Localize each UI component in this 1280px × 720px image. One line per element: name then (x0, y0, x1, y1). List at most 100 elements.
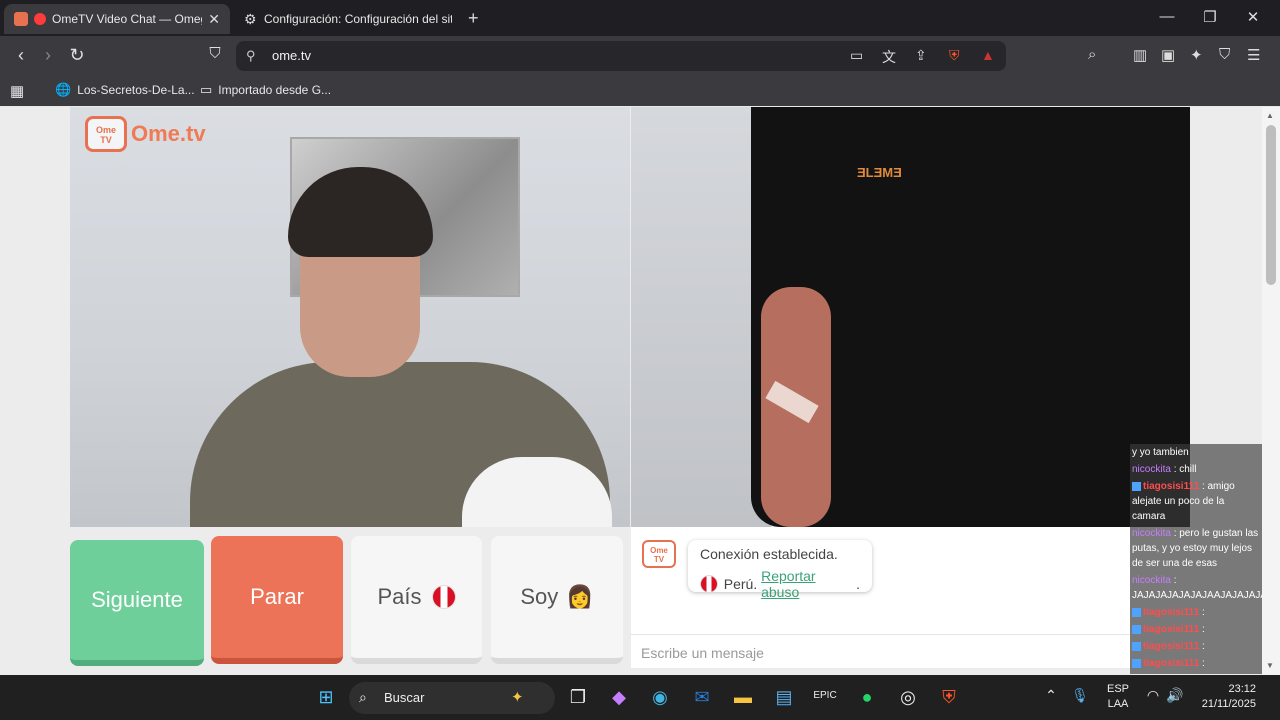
gender-label: Soy (520, 584, 559, 609)
tab-settings[interactable]: ⚙ Configuración: Configuración del sitio (234, 4, 462, 34)
ometv-favicon-icon (14, 12, 28, 26)
chat-line: nicockita : chill (1132, 464, 1197, 475)
gender-button[interactable]: Soy 👩 (491, 536, 623, 664)
store-icon[interactable]: ▤ (770, 687, 798, 708)
browser-toolbar: ‹ › ↻ ⛉ ⚲ ome.tv ▭ 文 ⇪ ⛨ ▲ ⌕ ▥ ▣ ✦ ⛉ ☰ (0, 36, 1280, 76)
clock[interactable]: 23:12 21/11/2025 (1196, 683, 1256, 710)
bookmark-icon[interactable]: ⛉ (204, 45, 226, 62)
task-view-icon[interactable]: ❐ (564, 687, 592, 708)
ometv-chat-icon: Ome TV (642, 540, 676, 568)
brave-rewards-icon[interactable]: ▲ (981, 47, 995, 63)
next-button[interactable]: Siguiente (70, 540, 204, 666)
scroll-down-icon[interactable]: ▼ (1266, 661, 1274, 670)
chat-line: tiagosisi111 : amigo alejate un poco de … (1132, 481, 1235, 522)
sidebar-icon[interactable]: ▥ (1133, 46, 1147, 64)
country-label: País (377, 584, 422, 609)
period: . (856, 576, 860, 592)
leo-ai-icon[interactable]: ✦ (1190, 46, 1203, 64)
bookmark-los-secretos[interactable]: 🌐 Los-Secretos-De-La... (55, 82, 195, 98)
copilot-icon[interactable]: ◆ (605, 687, 633, 708)
edge-icon[interactable]: ◉ (646, 687, 674, 708)
clock-date: 21/11/2025 (1201, 698, 1256, 710)
wallet-icon[interactable]: ▣ (1161, 46, 1175, 64)
copilot-sparkle-icon: ✦ (511, 689, 524, 706)
microphone-icon[interactable]: 🎙 (1066, 687, 1094, 704)
chat-badge-icon (1132, 641, 1141, 651)
globe-icon: 🌐 (55, 82, 72, 97)
tab-search-icon[interactable]: ⌕ (1088, 46, 1096, 63)
chat-line: tiagosisi111 : (1130, 604, 1262, 621)
site-info-icon[interactable]: ⚲ (246, 48, 256, 64)
browser-titlebar: OmeTV Video Chat — Omegl ✕ ⚙ Configuraci… (0, 0, 1280, 36)
clock-time: 23:12 (1228, 683, 1256, 695)
share-icon[interactable]: ⇪ (915, 47, 927, 64)
restore-button[interactable]: ❐ (1200, 8, 1220, 26)
next-label: Siguiente (91, 587, 183, 612)
message-input[interactable]: Escribe un mensaje (631, 634, 1130, 668)
new-tab-button[interactable]: + (468, 8, 479, 29)
ometv-tv-icon: Ome TV (85, 116, 127, 152)
tab-label: Configuración: Configuración del sitio (264, 12, 452, 26)
wall (631, 107, 771, 527)
outlook-icon[interactable]: ✉ (688, 687, 716, 708)
forward-button[interactable]: › (37, 45, 59, 66)
steam-icon[interactable]: ◎ (894, 687, 922, 708)
minimize-button[interactable]: — (1157, 8, 1177, 25)
chat-line: tiagosisi111 : (1130, 655, 1262, 672)
recording-icon (34, 13, 46, 25)
local-video (70, 107, 630, 527)
tray-chevron-icon[interactable]: ⌃ (1037, 687, 1065, 704)
search-label: Buscar (384, 690, 425, 705)
brave-shields-icon[interactable]: ⛨ (949, 47, 960, 64)
tab-label: OmeTV Video Chat — Omegl (52, 12, 203, 26)
report-abuse-link[interactable]: Reportar abuso (761, 568, 856, 600)
stop-label: Parar (250, 584, 304, 609)
scroll-thumb[interactable] (1266, 125, 1276, 285)
folder-icon: ▭ (200, 82, 213, 97)
lang-line1: ESP (1106, 683, 1129, 695)
language-indicator[interactable]: ESP LAA (1105, 683, 1131, 710)
url-text: ome.tv (272, 48, 312, 63)
woman-emoji-icon: 👩 (566, 584, 594, 609)
chat-line: y yo tambien (1132, 447, 1189, 458)
epic-games-icon[interactable]: EPIC (811, 690, 839, 701)
brave-icon[interactable]: ⛨ (935, 687, 963, 708)
back-button[interactable]: ‹ (10, 45, 32, 66)
menu-icon[interactable]: ☰ (1247, 46, 1260, 64)
country-button[interactable]: País (351, 536, 482, 664)
whatsapp-icon[interactable]: ● (853, 687, 881, 708)
country-text: Perú. (723, 576, 758, 592)
chat-badge-icon (1132, 481, 1141, 491)
ometv-logo: Ome TV Ome.tv (85, 116, 206, 152)
apps-icon[interactable]: ▦ (10, 82, 24, 100)
peru-flag-icon (700, 575, 718, 593)
reload-button[interactable]: ↻ (66, 45, 88, 66)
windows-taskbar: ⊞ ⌕ Buscar ✦ ❐ ◆ ◉ ✉ ▬ ▤ EPIC ● ◎ ⛨ ⌃ 🎙 … (0, 675, 1280, 720)
cast-icon[interactable]: ▭ (850, 47, 863, 64)
tab-ometv[interactable]: OmeTV Video Chat — Omegl ✕ (4, 4, 230, 34)
bookmark-label: Los-Secretos-De-La... (77, 83, 195, 97)
chat-line: tiagosisi111 : (1130, 672, 1262, 674)
chat-badge-icon (1132, 658, 1141, 668)
logo-text: Ome.tv (131, 121, 206, 146)
message-placeholder: Escribe un mensaje (641, 645, 764, 661)
scroll-up-icon[interactable]: ▲ (1266, 111, 1274, 120)
connection-text: Conexión establecida. (700, 546, 838, 562)
file-explorer-icon[interactable]: ▬ (729, 687, 757, 708)
address-bar[interactable]: ⚲ ome.tv ▭ 文 ⇪ ⛨ ▲ (236, 41, 1006, 71)
volume-icon[interactable]: 🔊 (1161, 687, 1189, 704)
stop-button[interactable]: Parar (211, 536, 343, 664)
shirt-print: ƎLƎMƎ (857, 165, 902, 180)
stream-chat-overlay: y yo tambien nicockita : chill tiagosisi… (1130, 444, 1262, 674)
vpn-icon[interactable]: ⛉ (1219, 46, 1230, 63)
chat-line: nicockita : JAJAJAJAJAJAJAAJAJAJAJA (1132, 575, 1262, 601)
page-scrollbar[interactable]: ▲ ▼ (1262, 107, 1280, 675)
close-window-button[interactable]: ✕ (1243, 8, 1263, 26)
chat-line: tiagosisi111 : (1130, 638, 1262, 655)
taskbar-search[interactable]: ⌕ Buscar ✦ (349, 682, 555, 714)
chat-line: nicockita : pero le gustan las putas, y … (1132, 528, 1259, 569)
windows-start-icon[interactable]: ⊞ (312, 687, 340, 708)
close-tab-icon[interactable]: ✕ (208, 11, 220, 28)
translate-icon[interactable]: 文 (882, 47, 896, 67)
bookmark-folder-importado[interactable]: ▭ Importado desde G... (200, 82, 331, 98)
